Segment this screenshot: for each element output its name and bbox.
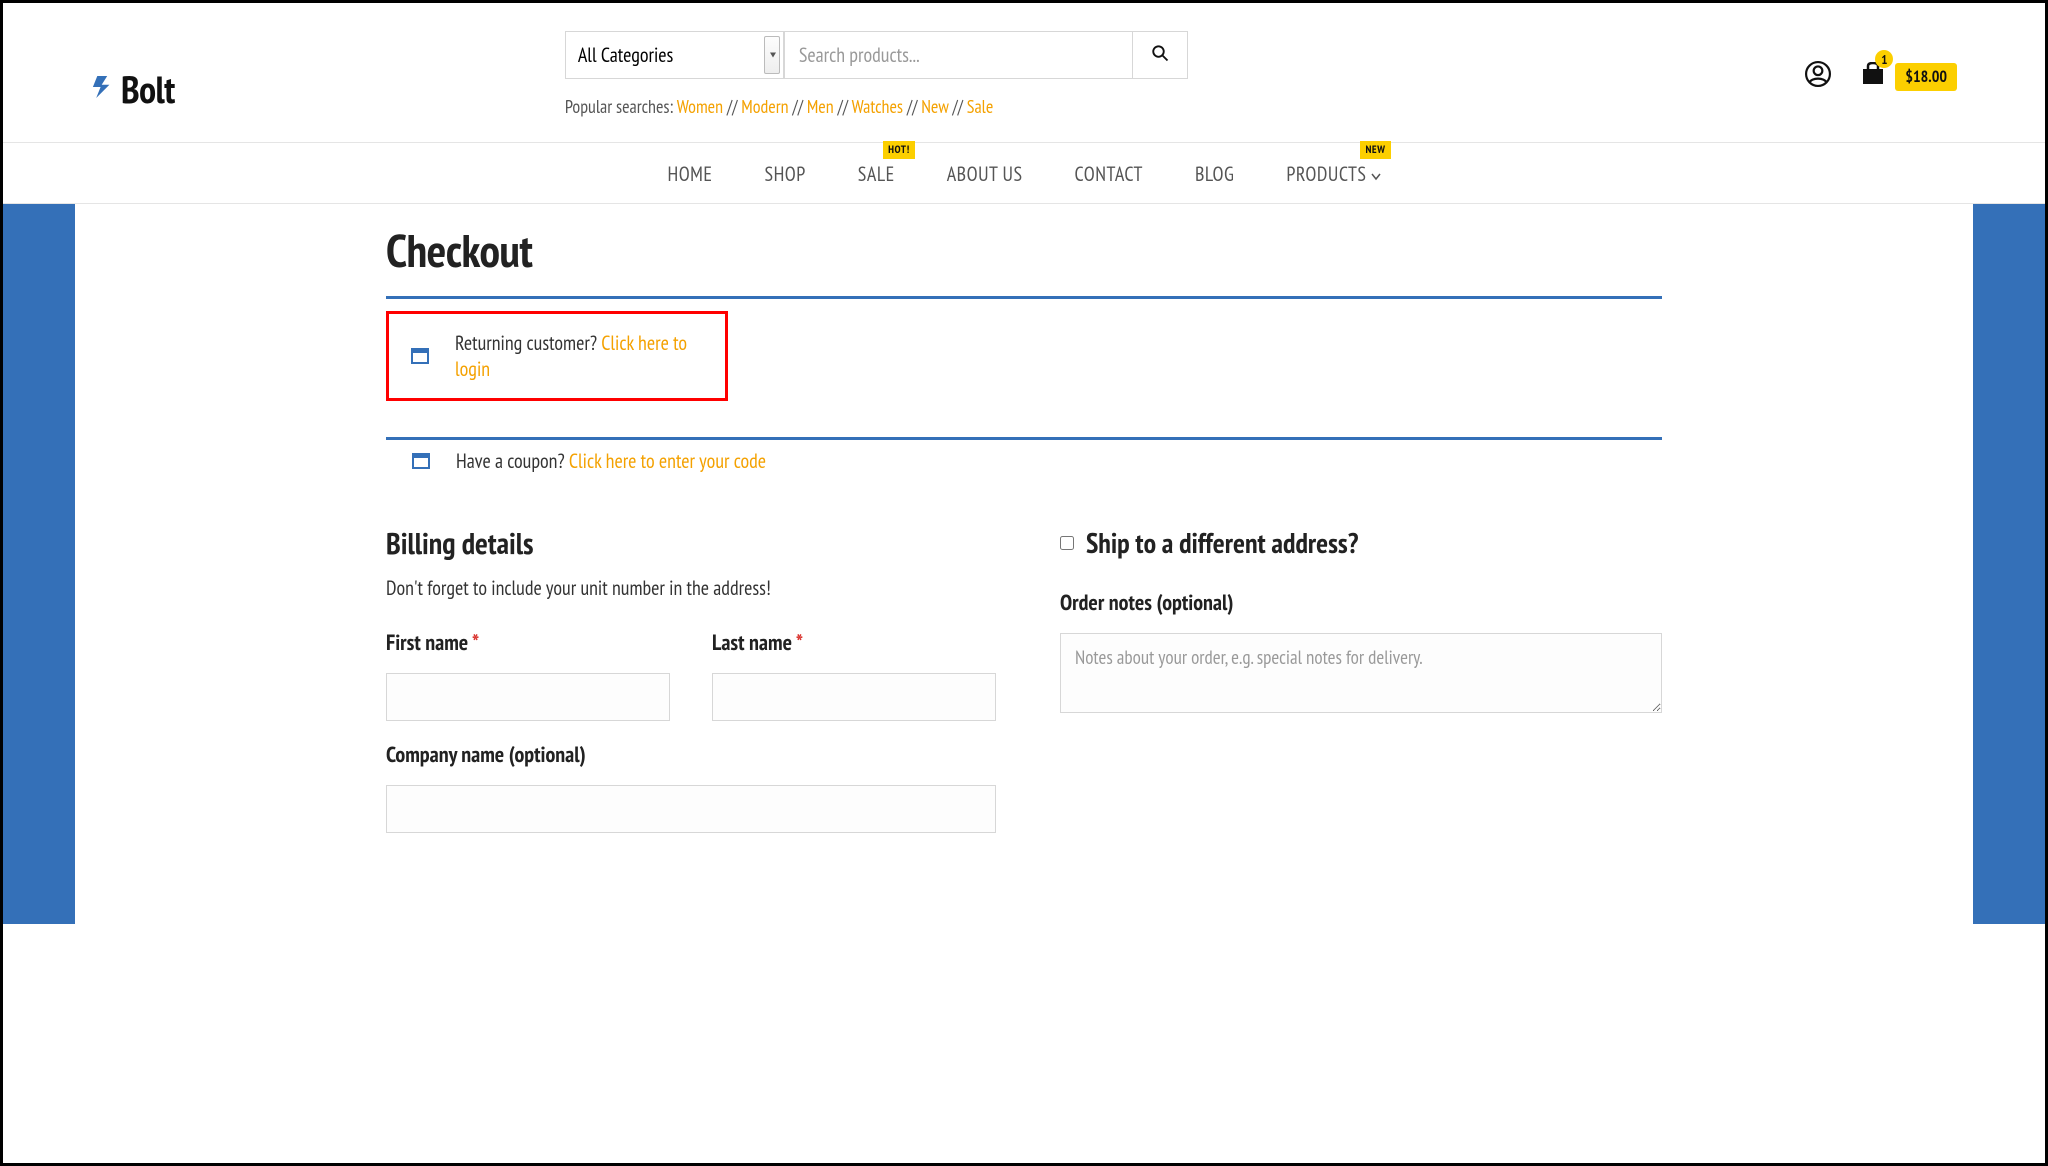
nav-home[interactable]: HOME [667, 161, 712, 187]
cart-total: $18.00 [1895, 63, 1957, 91]
company-field: Company name (optional) [386, 741, 996, 833]
chevron-down-icon [1371, 161, 1381, 187]
popular-link-watches[interactable]: Watches [852, 95, 903, 118]
returning-customer-notice: Returning customer? Click here to login [386, 311, 728, 401]
order-notes-label: Order notes (optional) [1060, 589, 1662, 617]
popular-link-men[interactable]: Men [807, 95, 834, 118]
main-nav: HOME SHOP SALE HOT! ABOUT US CONTACT BLO… [3, 142, 2045, 204]
window-icon [412, 453, 430, 469]
first-name-input[interactable] [386, 673, 670, 721]
order-notes-input[interactable] [1060, 633, 1662, 713]
divider [386, 296, 1662, 299]
popular-searches: Popular searches: Women // Modern // Men… [565, 95, 1188, 118]
checkout-columns: Billing details Don't forget to include … [386, 524, 1662, 853]
last-name-label: Last name * [712, 629, 996, 657]
popular-link-new[interactable]: New [921, 95, 948, 118]
bolt-icon [91, 76, 119, 103]
logo[interactable]: Bolt [91, 65, 175, 114]
header: Bolt All Categories Popular searches: Wo… [3, 3, 2045, 128]
coupon-notice: Have a coupon? Click here to enter your … [386, 448, 1662, 474]
nav-contact[interactable]: CONTACT [1075, 161, 1143, 187]
header-right: 1 $18.00 [1805, 61, 1957, 92]
ship-different-checkbox[interactable] [1060, 536, 1074, 550]
billing-column: Billing details Don't forget to include … [386, 524, 996, 853]
search-bar: All Categories [565, 31, 1188, 79]
search-area: All Categories Popular searches: Women /… [565, 31, 1188, 118]
cart[interactable]: 1 $18.00 [1859, 62, 1957, 91]
popular-link-women[interactable]: Women [677, 95, 723, 118]
coupon-link[interactable]: Click here to enter your code [569, 448, 766, 474]
search-input[interactable] [785, 32, 1132, 78]
nav-about[interactable]: ABOUT US [947, 161, 1023, 187]
shipping-column: Ship to a different address? Order notes… [1060, 524, 1662, 853]
nav-shop[interactable]: SHOP [765, 161, 806, 187]
category-select[interactable]: All Categories [566, 32, 784, 78]
billing-subtitle: Don't forget to include your unit number… [386, 575, 996, 601]
new-badge: NEW [1360, 141, 1390, 159]
ship-different-label: Ship to a different address? [1086, 524, 1358, 561]
nav-sale[interactable]: SALE HOT! [858, 161, 895, 187]
coupon-text: Have a coupon? [456, 448, 569, 474]
billing-title: Billing details [386, 524, 996, 563]
first-name-field: First name * [386, 629, 670, 721]
window-icon [411, 348, 429, 364]
company-label: Company name (optional) [386, 741, 996, 769]
returning-text: Returning customer? [455, 330, 601, 356]
first-name-label: First name * [386, 629, 670, 657]
last-name-input[interactable] [712, 673, 996, 721]
last-name-field: Last name * [712, 629, 996, 721]
search-button[interactable] [1132, 32, 1187, 78]
popular-label: Popular searches: [565, 95, 677, 118]
popular-link-sale[interactable]: Sale [967, 95, 994, 118]
logo-text: Bolt [121, 65, 175, 114]
category-select-wrap: All Categories [566, 32, 785, 78]
search-icon [1151, 44, 1169, 67]
divider [386, 437, 1662, 440]
ship-different-row: Ship to a different address? [1060, 524, 1662, 561]
nav-blog[interactable]: BLOG [1195, 161, 1234, 187]
hot-badge: HOT! [883, 141, 915, 159]
page-body: Checkout Returning customer? Click here … [3, 204, 2045, 924]
cart-count-badge: 1 [1875, 50, 1893, 68]
nav-products[interactable]: PRODUCTS NEW [1286, 161, 1380, 187]
user-icon[interactable] [1805, 61, 1831, 92]
popular-link-modern[interactable]: Modern [741, 95, 788, 118]
company-input[interactable] [386, 785, 996, 833]
page-title: Checkout [386, 220, 1662, 280]
